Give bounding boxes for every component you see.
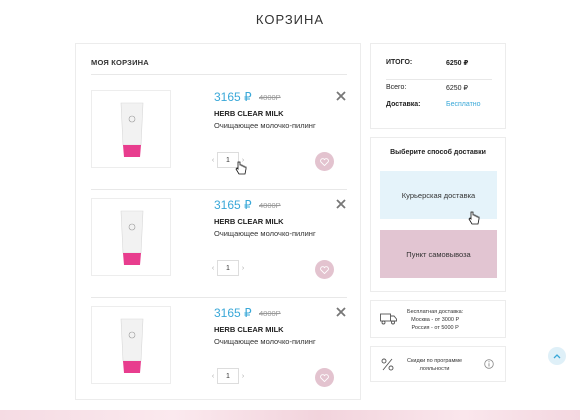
page-title: КОРЗИНА xyxy=(255,12,325,27)
cart-item: 3165 ₽ 4800Р HERB CLEAR MILK Очищающее м… xyxy=(91,198,347,298)
divider xyxy=(91,297,347,298)
item-name[interactable]: HERB CLEAR MILK xyxy=(214,325,284,334)
all-value: 6250 ₽ xyxy=(446,85,468,92)
info-icon[interactable] xyxy=(484,359,494,369)
quantity-field[interactable]: 1 xyxy=(217,260,239,276)
divider xyxy=(386,79,492,80)
heart-icon xyxy=(320,265,329,274)
close-icon[interactable] xyxy=(335,306,347,318)
divider xyxy=(91,74,347,75)
free-delivery-line: Бесплатная доставка: xyxy=(407,309,464,315)
product-tube-image xyxy=(120,102,144,157)
chevron-up-icon xyxy=(553,354,561,359)
discount-line: лояльности xyxy=(419,366,450,372)
free-delivery-info: Бесплатная доставка: Москва - от 3000 Р … xyxy=(370,300,506,338)
item-price: 3165 ₽ xyxy=(214,90,252,104)
item-name[interactable]: HERB CLEAR MILK xyxy=(214,109,284,118)
favorite-button[interactable] xyxy=(315,152,334,171)
discount-line: Скидки по программе xyxy=(407,358,463,364)
chevron-right-icon[interactable]: › xyxy=(239,373,247,380)
cart-item: 3165 ₽ 4800Р HERB CLEAR MILK Очищающее м… xyxy=(91,90,347,190)
pickup-point-option[interactable]: Пункт самовывоза xyxy=(380,230,497,278)
product-image[interactable] xyxy=(91,198,171,276)
item-old-price: 4800Р xyxy=(259,93,281,102)
footer-decoration xyxy=(0,410,580,420)
item-price: 3165 ₽ xyxy=(214,198,252,212)
order-summary: ИТОГО: 6250 ₽ Всего: 6250 ₽ Доставка: Бе… xyxy=(370,43,506,129)
item-name[interactable]: HERB CLEAR MILK xyxy=(214,217,284,226)
item-old-price: 4800Р xyxy=(259,201,281,210)
all-label: Всего: xyxy=(386,84,407,91)
free-delivery-line: Москва - от 3000 Р xyxy=(411,317,460,323)
delivery-value: Бесплатно xyxy=(446,101,481,108)
quantity-stepper: ‹ 1 › xyxy=(209,368,247,384)
delivery-label: Доставка: xyxy=(386,101,421,108)
heart-icon xyxy=(320,373,329,382)
total-value: 6250 ₽ xyxy=(446,60,469,67)
chevron-left-icon[interactable]: ‹ xyxy=(209,157,217,164)
chevron-left-icon[interactable]: ‹ xyxy=(209,373,217,380)
chevron-right-icon[interactable]: › xyxy=(239,265,247,272)
hand-cursor-icon xyxy=(235,161,247,175)
divider xyxy=(91,189,347,190)
total-label: ИТОГО: xyxy=(386,59,413,66)
scroll-to-top-button[interactable] xyxy=(548,347,566,365)
item-description: Очищающее молочко-пилинг xyxy=(214,121,316,130)
item-description: Очищающее молочко-пилинг xyxy=(214,229,316,238)
cart-item: 3165 ₽ 4800Р HERB CLEAR MILK Очищающее м… xyxy=(91,306,347,406)
favorite-button[interactable] xyxy=(315,260,334,279)
close-icon[interactable] xyxy=(335,90,347,102)
heart-icon xyxy=(320,157,329,166)
quantity-stepper: ‹ 1 › xyxy=(209,260,247,276)
item-price: 3165 ₽ xyxy=(214,306,252,320)
product-image[interactable] xyxy=(91,90,171,168)
cart-panel: МОЯ КОРЗИНА 3165 ₽ 4800Р HERB CLEAR MILK… xyxy=(75,43,361,400)
product-image[interactable] xyxy=(91,306,171,384)
product-tube-image xyxy=(120,210,144,265)
percent-icon xyxy=(381,358,394,371)
free-delivery-line: Россия - от 5000 Р xyxy=(411,325,459,331)
cart-heading: МОЯ КОРЗИНА xyxy=(91,58,149,67)
favorite-button[interactable] xyxy=(315,368,334,387)
truck-icon xyxy=(380,313,397,325)
product-tube-image xyxy=(120,318,144,373)
item-old-price: 4800Р xyxy=(259,309,281,318)
item-description: Очищающее молочко-пилинг xyxy=(214,337,316,346)
loyalty-discount-info: Скидки по программе лояльности xyxy=(370,346,506,382)
close-icon[interactable] xyxy=(335,198,347,210)
hand-cursor-icon xyxy=(468,211,480,225)
delivery-method-panel: Выберите способ доставки Курьерская дост… xyxy=(370,137,506,292)
delivery-title: Выберите способ доставки xyxy=(390,149,486,156)
quantity-field[interactable]: 1 xyxy=(217,368,239,384)
chevron-left-icon[interactable]: ‹ xyxy=(209,265,217,272)
